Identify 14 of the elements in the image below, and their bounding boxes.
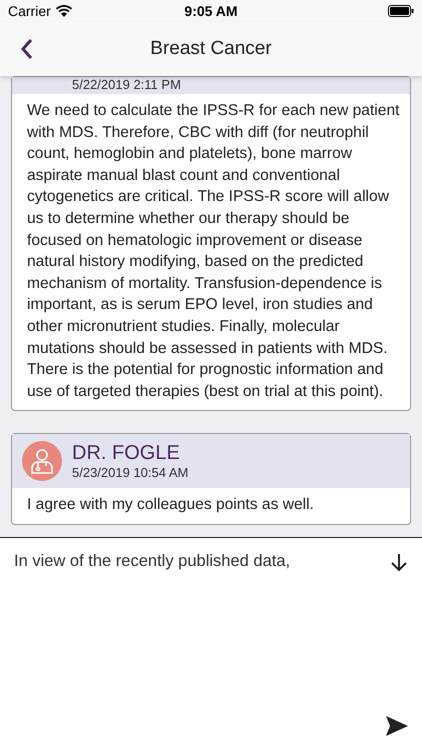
- battery-icon: [388, 5, 414, 17]
- carrier-label: Carrier: [8, 3, 51, 19]
- page-title: Breast Cancer: [149, 38, 273, 60]
- author-name: DR. FOGLE: [72, 442, 181, 466]
- back-chevron-icon: [20, 38, 34, 60]
- clock-time: 9:05 AM: [184, 3, 238, 19]
- doctor-avatar-icon: [22, 441, 62, 482]
- scroll-down-button[interactable]: [390, 552, 408, 572]
- send-button[interactable]: [386, 716, 408, 736]
- comment-text: We need to calculate the IPSS-R for each new patient with MDS. Therefore, CBC with diff (for neutrophil count, hemoglobin and platelets), bone marrow aspirate manual blast count and conventional cytogenetics are critical. The IPSS-R score will allow us to determine whether our therapy should be focused on hematologic improvement or disease natural history modifying, based on the predicted mechanism of mortality. Transfusion-dependence is important, as is serum EPO level, iron studies and other micronutrient studies. Finally, molecular mutations should be assessed in patients with MDS. There is the potential for prognostic information and use of targeted therapies (best on trial at this point).: [26, 101, 400, 402]
- comment-timestamp: 5/23/2019 10:54 AM: [72, 465, 188, 480]
- comment-text: I agree with my colleagues points as well.: [26, 495, 315, 516]
- comment-timestamp: 5/22/2019 2:11 PM: [72, 77, 181, 92]
- wifi-icon: [56, 5, 72, 17]
